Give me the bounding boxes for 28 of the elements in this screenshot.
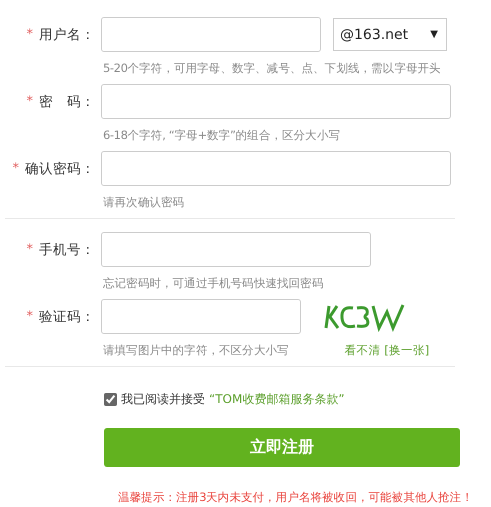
- input-field[interactable]: [101, 151, 451, 186]
- required-mark: *: [26, 309, 33, 324]
- caret-icon: ▼: [430, 29, 438, 40]
- notice-text: 温馨提示：注册3天内未支付，用户名将被收回，可能被其他人抢注！: [118, 489, 474, 505]
- field-label: 验证码：: [39, 308, 95, 326]
- field-label: 用户名：: [39, 26, 95, 44]
- field-label: 手机号：: [39, 240, 95, 258]
- required-mark: *: [26, 94, 33, 109]
- field-hint: 6-18个字符, “字母+数字”的组合，区分大小写: [103, 128, 340, 142]
- terms-link[interactable]: “TOM收费邮箱服务条款”: [209, 390, 345, 408]
- field-hint: 忘记密码时，可通过手机号码快速找回密码: [103, 276, 324, 290]
- field-hint: 5-20个字符，可用字母、数字、减号、点、下划线，需以字母开头: [103, 60, 441, 76]
- agree-text: 我已阅读并接受: [121, 390, 205, 408]
- field-label: 密 码：: [39, 92, 95, 110]
- required-mark: *: [26, 27, 33, 42]
- domain-select[interactable]: @163.net ▼: [333, 18, 447, 51]
- required-mark: *: [26, 242, 33, 257]
- agree-checkbox[interactable]: [104, 392, 117, 406]
- input-field[interactable]: [101, 232, 371, 267]
- input-field[interactable]: [101, 84, 451, 119]
- input-field[interactable]: [101, 17, 321, 52]
- field-hint: 请再次确认密码: [103, 194, 184, 210]
- required-mark: *: [12, 161, 19, 176]
- refresh-captcha-link[interactable]: 看不清 [换一张]: [344, 342, 430, 358]
- input-field[interactable]: [101, 299, 301, 334]
- register-button[interactable]: 立即注册: [104, 428, 460, 467]
- field-label: 确认密码：: [25, 160, 95, 178]
- field-hint: 请填写图片中的字符，不区分大小写: [103, 342, 289, 358]
